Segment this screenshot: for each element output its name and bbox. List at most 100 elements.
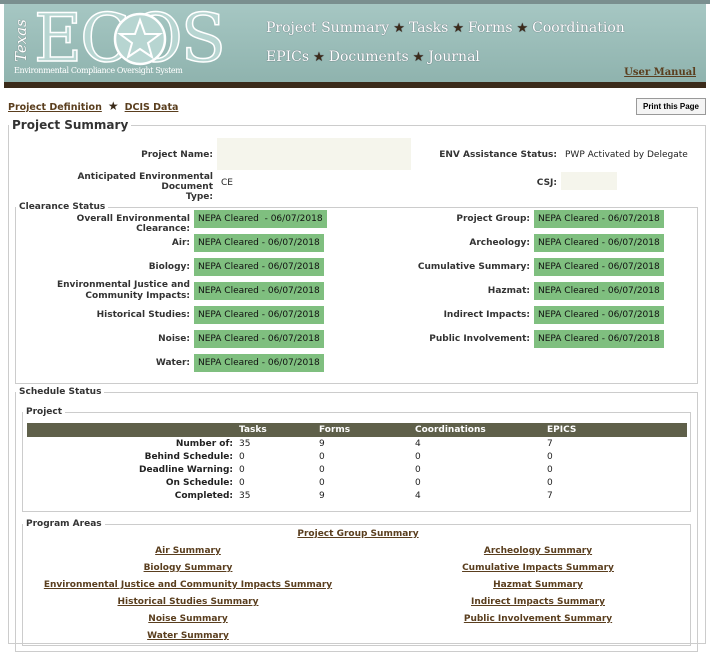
clearance-status-badge: NEPA Cleared - 06/07/2018 bbox=[194, 258, 324, 276]
main-nav: Project Summary ★ Tasks ★ Forms ★ Coordination… bbox=[266, 14, 646, 72]
table-row: Deadline Warning: 0 0 0 0 bbox=[27, 463, 687, 476]
water-summary-link[interactable]: Water Summary bbox=[53, 631, 323, 641]
biology-summary-link[interactable]: Biology Summary bbox=[53, 563, 323, 573]
column-header: Forms bbox=[319, 423, 415, 437]
table-cell: 0 bbox=[415, 477, 421, 488]
clearance-label: Environmental Justice and Community Impa… bbox=[56, 280, 190, 301]
clearance-status-badge: NEPA Cleared - 06/07/2018 bbox=[534, 330, 664, 348]
project-schedule-section: Project Tasks Forms Coordinations EPICS … bbox=[22, 407, 691, 512]
clearance-label: Overall Environmental Clearance: bbox=[76, 214, 190, 234]
clearance-status-badge: NEPA Cleared - 06/07/2018 bbox=[194, 354, 324, 372]
clearance-label: Project Group: bbox=[456, 214, 530, 224]
project-definition-link[interactable]: Project Definition bbox=[8, 102, 102, 113]
table-cell: 4 bbox=[415, 490, 421, 501]
table-cell: 0 bbox=[415, 464, 421, 475]
row-label: Completed: bbox=[174, 490, 233, 501]
clearance-status-badge: NEPA Cleared - 06/07/2018 bbox=[194, 282, 324, 300]
table-cell: 0 bbox=[239, 451, 245, 462]
nav-coordination[interactable]: Coordination bbox=[532, 20, 625, 36]
dcis-data-link[interactable]: DCIS Data bbox=[125, 102, 179, 113]
clearance-label: Cumulative Summary: bbox=[417, 262, 530, 272]
row-label: On Schedule: bbox=[165, 477, 233, 488]
logo-texas-text: Texas bbox=[12, 19, 30, 62]
project-name-field bbox=[217, 138, 411, 170]
clearance-label: Historical Studies: bbox=[96, 310, 190, 320]
clearance-label: Public Involvement: bbox=[429, 334, 530, 344]
table-cell: 0 bbox=[239, 477, 245, 488]
clearance-status-badge: NEPA Cleared - 06/07/2018 bbox=[534, 306, 664, 324]
program-areas-legend: Program Areas bbox=[26, 519, 102, 529]
star-separator-icon: ★ bbox=[107, 99, 119, 113]
nav-forms[interactable]: Forms bbox=[468, 20, 513, 36]
star-separator-icon: ★ bbox=[516, 21, 529, 36]
clearance-status-badge: NEPA Cleared - 06/07/2018 bbox=[534, 282, 664, 300]
schedule-table: Tasks Forms Coordinations EPICS Number o… bbox=[27, 423, 687, 502]
hazmat-summary-link[interactable]: Hazmat Summary bbox=[423, 580, 653, 590]
project-summary-legend: Project Summary bbox=[12, 118, 129, 132]
archeology-summary-link[interactable]: Archeology Summary bbox=[423, 546, 653, 556]
clearance-label: Indirect Impacts: bbox=[443, 310, 530, 320]
nav-documents[interactable]: Documents bbox=[329, 49, 409, 65]
star-separator-icon: ★ bbox=[393, 21, 405, 36]
clearance-status-badge: NEPA Cleared - 06/07/2018 bbox=[194, 210, 327, 228]
clearance-label: Water: bbox=[155, 358, 190, 368]
clearance-status-badge: NEPA Cleared - 06/07/2018 bbox=[194, 234, 324, 252]
table-cell: 0 bbox=[547, 477, 553, 488]
nav-project-summary[interactable]: Project Summary bbox=[266, 20, 389, 36]
table-cell: 9 bbox=[319, 438, 325, 449]
nav-tasks[interactable]: Tasks bbox=[409, 20, 448, 36]
anticipated-doc-value: CE bbox=[221, 178, 233, 188]
indirect-impacts-summary-link[interactable]: Indirect Impacts Summary bbox=[423, 597, 653, 607]
table-cell: 35 bbox=[239, 438, 251, 449]
program-areas-section: Program Areas Project Group Summary Air … bbox=[22, 519, 691, 646]
nav-journal[interactable]: Journal bbox=[428, 49, 480, 65]
clearance-status-badge: NEPA Cleared - 06/07/2018 bbox=[534, 210, 664, 228]
table-header-row: Tasks Forms Coordinations EPICS bbox=[27, 423, 687, 437]
schedule-status-legend: Schedule Status bbox=[19, 387, 102, 397]
clearance-label: Air: bbox=[171, 238, 190, 248]
csj-field bbox=[561, 172, 617, 190]
project-summary-section: Project Summary Project Name: ENV Assist… bbox=[8, 118, 706, 652]
table-cell: 9 bbox=[319, 490, 325, 501]
sub-navigation: Project Definition ★ DCIS Data bbox=[8, 99, 178, 113]
column-header: Tasks bbox=[239, 423, 319, 437]
star-separator-icon: ★ bbox=[313, 50, 325, 65]
table-cell: 0 bbox=[547, 451, 553, 462]
table-row: Number of: 35 9 4 7 bbox=[27, 437, 687, 450]
public-involvement-summary-link[interactable]: Public Involvement Summary bbox=[423, 614, 653, 624]
clearance-status-badge: NEPA Cleared - 06/07/2018 bbox=[194, 306, 324, 324]
environmental-justice-summary-link[interactable]: Environmental Justice and Community Impa… bbox=[43, 580, 333, 590]
cumulative-impacts-summary-link[interactable]: Cumulative Impacts Summary bbox=[423, 563, 653, 573]
table-cell: 0 bbox=[319, 451, 325, 462]
row-label: Number of: bbox=[175, 438, 233, 449]
project-legend: Project bbox=[26, 407, 63, 417]
table-header-blank bbox=[27, 423, 239, 437]
table-cell: 4 bbox=[415, 438, 421, 449]
env-assistance-value: PWP Activated by Delegate bbox=[565, 150, 688, 160]
row-label: Behind Schedule: bbox=[144, 451, 233, 462]
historical-studies-summary-link[interactable]: Historical Studies Summary bbox=[53, 597, 323, 607]
clearance-status-badge: NEPA Cleared - 06/07/2018 bbox=[194, 330, 324, 348]
table-cell: 7 bbox=[547, 438, 553, 449]
table-cell: 0 bbox=[239, 464, 245, 475]
ecos-banner: Texas ECOS Environmental Compliance Over… bbox=[4, 4, 706, 88]
clearance-status-legend: Clearance Status bbox=[19, 202, 106, 212]
csj-label: CSJ: bbox=[536, 178, 557, 188]
clearance-label: Biology: bbox=[148, 262, 190, 272]
table-row: On Schedule: 0 0 0 0 bbox=[27, 476, 687, 489]
print-page-button[interactable]: Print this Page bbox=[635, 98, 706, 115]
noise-summary-link[interactable]: Noise Summary bbox=[53, 614, 323, 624]
nav-epics[interactable]: EPICs bbox=[266, 49, 309, 65]
user-manual-link[interactable]: User Manual bbox=[624, 67, 696, 78]
air-summary-link[interactable]: Air Summary bbox=[53, 546, 323, 556]
table-cell: 7 bbox=[547, 490, 553, 501]
clearance-status-section: Clearance Status Overall Environmental C… bbox=[15, 202, 698, 384]
env-assistance-label: ENV Assistance Status: bbox=[439, 150, 557, 160]
table-cell: 0 bbox=[319, 477, 325, 488]
anticipated-doc-label: Anticipated Environmental Document Type: bbox=[77, 172, 213, 202]
project-name-label: Project Name: bbox=[141, 150, 213, 160]
column-header: Coordinations bbox=[415, 423, 547, 437]
project-group-summary-link[interactable]: Project Group Summary bbox=[293, 529, 423, 539]
clearance-label: Archeology: bbox=[469, 238, 530, 248]
column-header: EPICS bbox=[547, 423, 687, 437]
